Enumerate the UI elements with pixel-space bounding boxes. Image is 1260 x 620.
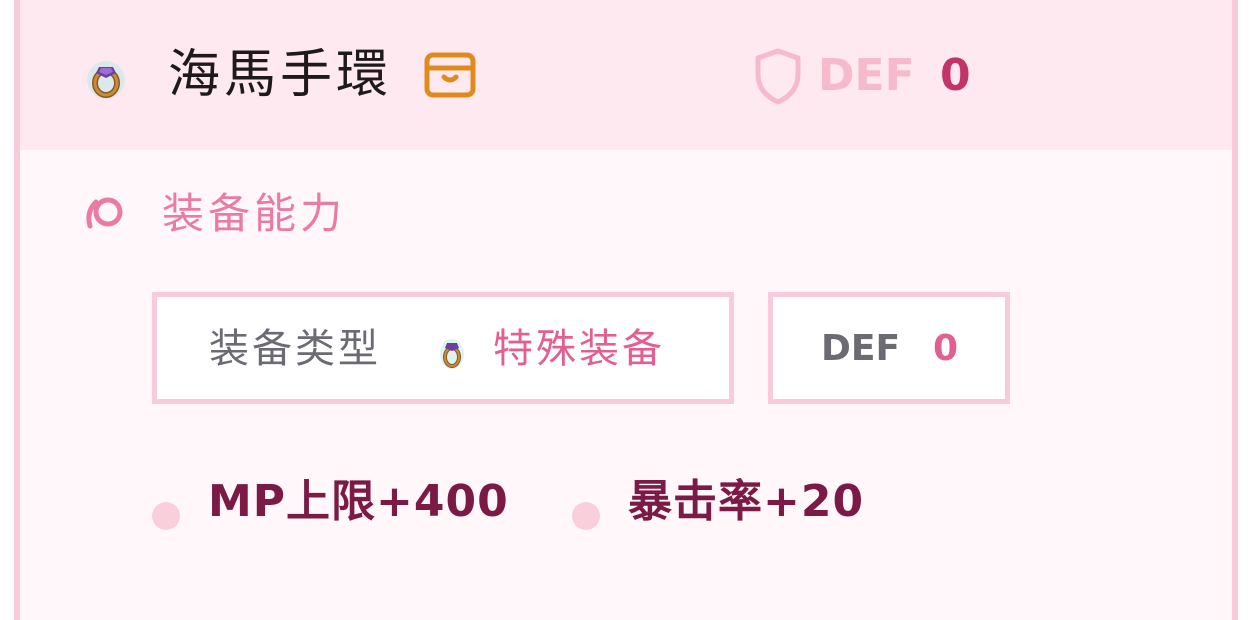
item-header: 海馬手環 DEF 0 <box>20 0 1232 150</box>
ring-icon <box>87 61 125 99</box>
bag-icon[interactable] <box>424 52 476 98</box>
stat-mp-max: MP上限+400 <box>208 476 509 527</box>
equipment-type-box: 装备类型 特殊装备 <box>152 292 734 404</box>
stat-crit-rate: 暴击率+20 <box>628 476 865 527</box>
def-box: DEF 0 <box>768 292 1010 404</box>
def-box-value: 0 <box>933 328 959 369</box>
def-box-label: DEF <box>821 328 901 369</box>
equipment-type-value: 特殊装备 <box>493 326 665 372</box>
shield-icon <box>755 48 801 105</box>
item-name: 海馬手環 <box>168 45 393 105</box>
stat-bullet <box>152 502 180 530</box>
ring-icon <box>440 339 464 369</box>
stat-bullet <box>572 502 600 530</box>
swirl-icon <box>86 197 123 229</box>
equipment-type-label: 装备类型 <box>209 326 381 372</box>
header-def-value: 0 <box>940 50 971 101</box>
section-title: 装备能力 <box>162 189 347 238</box>
equipment-card: 海馬手環 DEF 0 装备能力 装备类型 特殊装备 DEF 0 MP上限+400 <box>14 0 1238 620</box>
header-def-label: DEF <box>818 50 915 101</box>
